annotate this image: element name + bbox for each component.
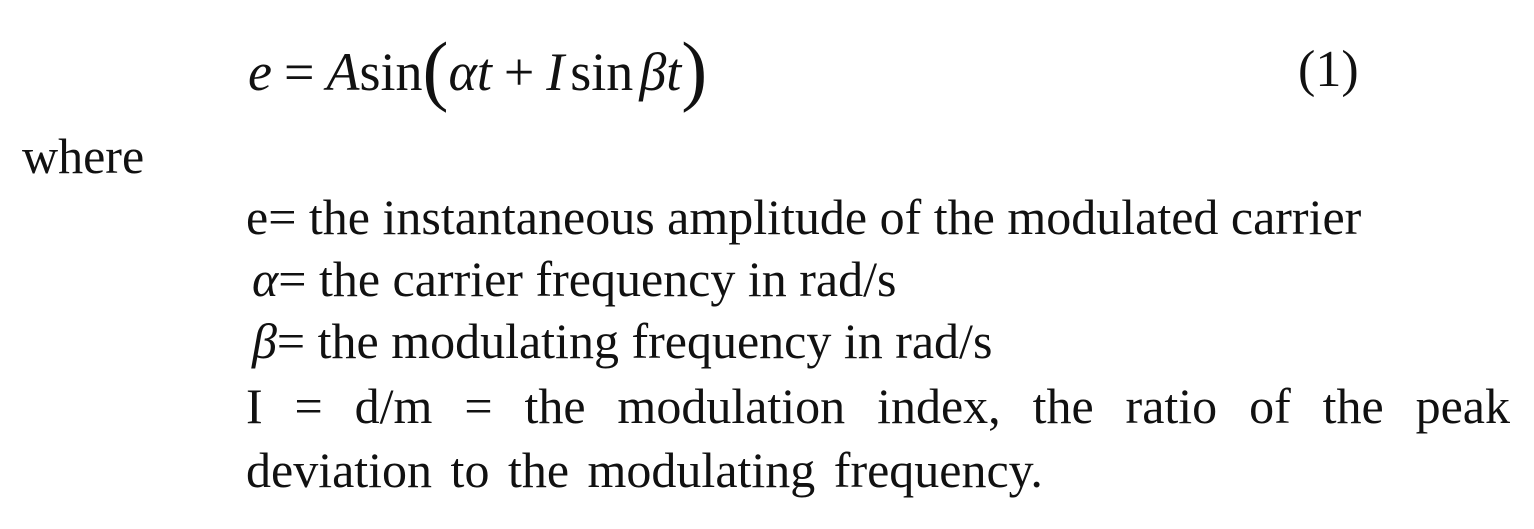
eq-plus: + xyxy=(503,42,535,102)
where-label: where xyxy=(22,128,145,184)
definition-symbol: β xyxy=(252,313,277,369)
definitions-list: e = the instantaneous amplitude of the m… xyxy=(246,186,1510,502)
definition-text: = the modulating frequency in rad/s xyxy=(276,313,993,369)
eq-index-i: I xyxy=(546,42,565,102)
eq-equals: = xyxy=(283,42,315,102)
equation-1: e = A sin ( α t + I sin β t ) xyxy=(248,24,707,120)
definition-beta: β = the modulating frequency in rad/s xyxy=(246,310,1510,372)
eq-open-paren: ( xyxy=(422,26,449,113)
definition-alpha: α = the carrier frequency in rad/s xyxy=(246,248,1510,310)
eq-t: t xyxy=(476,42,492,102)
definition-i: I = d/m = the modulation index, the rati… xyxy=(246,374,1510,502)
definition-text: = the instantaneous amplitude of the mod… xyxy=(268,189,1362,245)
definition-text: = d/m = the modulation index, the ratio … xyxy=(246,378,1510,498)
definition-e: e = the instantaneous amplitude of the m… xyxy=(246,186,1510,248)
definition-symbol: e xyxy=(246,189,269,245)
eq-beta: β xyxy=(639,42,667,102)
definition-symbol: α xyxy=(252,251,279,307)
eq-sin-function: sin xyxy=(359,42,423,102)
equation-number: (1) xyxy=(1298,41,1359,98)
eq-t-2: t xyxy=(666,42,682,102)
eq-lhs-e: e xyxy=(248,42,272,102)
definition-text: = the carrier frequency in rad/s xyxy=(278,251,897,307)
definition-symbol: I xyxy=(246,378,263,434)
eq-amplitude-a: A xyxy=(326,42,360,102)
eq-sin-function-2: sin xyxy=(570,42,634,102)
eq-close-paren: ) xyxy=(681,26,708,113)
eq-alpha: α xyxy=(448,42,477,102)
